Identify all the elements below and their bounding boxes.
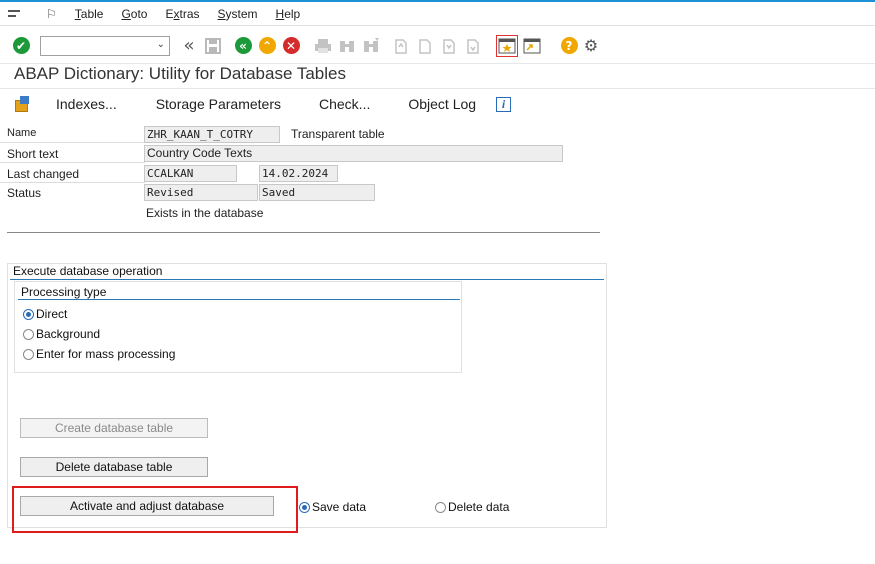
menu-system[interactable]: System	[218, 7, 258, 21]
processing-type-title: Processing type	[21, 285, 107, 299]
save-icon	[204, 37, 222, 55]
radio-selected-icon[interactable]	[23, 308, 34, 320]
create-session-icon[interactable]	[496, 34, 518, 57]
delete-db-table-button[interactable]: Delete database table	[20, 457, 208, 477]
last-page-icon	[464, 37, 482, 55]
group-title: Execute database operation	[13, 264, 163, 278]
system-menu-icon[interactable]	[8, 9, 22, 19]
subgroup-title-underline	[18, 299, 460, 300]
status-version-field: Revised	[144, 184, 258, 201]
name-label: Name	[7, 127, 37, 139]
cancel-icon[interactable]: ✕	[282, 37, 300, 55]
radio-mass-processing[interactable]: Enter for mass processing	[23, 347, 175, 361]
page-title: ABAP Dictionary: Utility for Database Ta…	[14, 64, 346, 83]
table-name-field: ZHR_KAAN_T_COTRY	[144, 126, 280, 143]
indexes-button[interactable]: Indexes...	[56, 96, 117, 112]
radio-background[interactable]: Background	[23, 327, 100, 341]
last-changed-label: Last changed	[7, 167, 80, 181]
last-changed-date-field: 14.02.2024	[259, 165, 338, 182]
status-save-field: Saved	[259, 184, 375, 201]
back-icon[interactable]: «	[234, 37, 252, 55]
first-page-icon	[392, 37, 410, 55]
check-button[interactable]: Check...	[319, 96, 370, 112]
back-history-icon[interactable]: «	[180, 35, 198, 56]
gear-icon[interactable]: ⚙	[582, 36, 600, 55]
command-field[interactable]: ⌄	[40, 35, 170, 56]
radio-direct[interactable]: Direct	[23, 307, 67, 321]
row-divider	[0, 142, 145, 143]
help-icon[interactable]: ?	[560, 37, 578, 55]
short-text-field: Country Code Texts	[144, 145, 563, 162]
radio-selected-icon[interactable]	[299, 501, 310, 513]
radio-save-data[interactable]: Save data	[299, 500, 366, 514]
print-icon	[314, 37, 332, 55]
radio-unselected-icon[interactable]	[435, 501, 446, 513]
exit-icon[interactable]: ⌃	[258, 37, 276, 55]
find-next-icon	[362, 37, 380, 55]
chevron-down-icon[interactable]: ⌄	[157, 39, 165, 50]
red-highlight-box	[12, 486, 298, 533]
radio-unselected-icon[interactable]	[23, 348, 34, 360]
table-type-text: Transparent table	[291, 127, 385, 141]
info-icon[interactable]: i	[496, 96, 512, 112]
section-divider	[7, 232, 600, 233]
favorites-menu-icon[interactable]: ⚐	[46, 7, 57, 21]
menu-extras[interactable]: Extras	[165, 7, 199, 21]
db-status-text: Exists in the database	[146, 206, 264, 220]
find-icon	[338, 37, 356, 55]
radio-delete-data[interactable]: Delete data	[435, 500, 509, 514]
menu-goto[interactable]: Goto	[121, 7, 147, 21]
application-toolbar: Indexes... Storage Parameters Check... O…	[0, 90, 875, 118]
create-db-table-button[interactable]: Create database table	[20, 418, 208, 438]
menu-table[interactable]: Table	[75, 7, 104, 21]
row-divider	[0, 162, 145, 163]
object-log-button[interactable]: Object Log	[408, 96, 476, 112]
row-divider	[0, 182, 145, 183]
title-separator	[0, 88, 875, 89]
radio-unselected-icon[interactable]	[23, 328, 34, 340]
processing-type-group: Processing type Direct Background Enter …	[14, 281, 462, 373]
next-page-icon	[440, 37, 458, 55]
group-title-underline	[10, 279, 604, 280]
generate-shortcut-icon[interactable]	[522, 37, 542, 55]
last-changed-user-field: CCALKAN	[144, 165, 237, 182]
menu-bar: ⚐ Table Goto Extras System Help	[0, 2, 875, 26]
standard-toolbar: ✔ ⌄ « « ⌃ ✕ ? ⚙	[0, 28, 875, 64]
enter-icon[interactable]: ✔	[12, 37, 30, 55]
short-text-label: Short text	[7, 147, 59, 161]
storage-parameters-button[interactable]: Storage Parameters	[156, 96, 281, 112]
previous-page-icon	[416, 37, 434, 55]
status-label: Status	[7, 186, 42, 200]
menu-help[interactable]: Help	[276, 7, 301, 21]
database-object-icon[interactable]	[14, 95, 32, 113]
